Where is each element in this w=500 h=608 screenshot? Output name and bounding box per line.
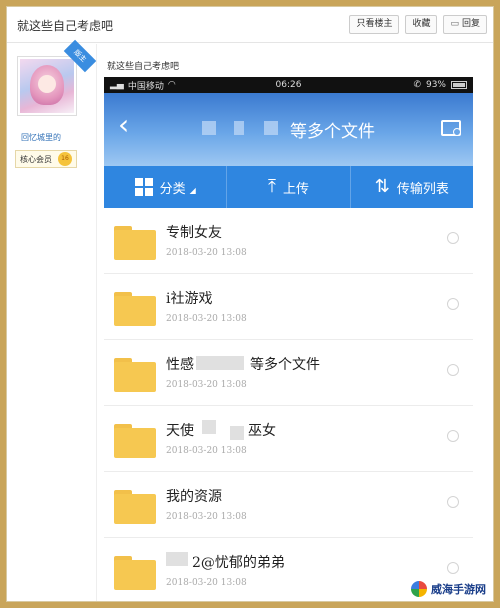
select-radio[interactable]	[447, 298, 459, 310]
select-radio[interactable]	[447, 562, 459, 574]
author-only-button[interactable]: 只看楼主	[349, 15, 400, 34]
thread-header: 就这些自己考虑吧 只看楼主 收藏 ▭ 回复	[7, 7, 493, 43]
folder-icon	[114, 226, 156, 260]
folder-icon	[114, 424, 156, 458]
phone-screenshot: ▂▄ 中国移动 ◠ 06:26 ✆ 93% ‹ 等多个文件 分类 ◢ ⤒ 上传 …	[104, 77, 473, 601]
file-name: 2@忧郁的弟弟	[192, 555, 285, 571]
file-name: i社游戏	[166, 291, 213, 307]
blurred-text-mask	[166, 552, 188, 566]
watermark-text: 威海手游网	[431, 583, 486, 596]
folder-icon	[114, 490, 156, 524]
blurred-text-mask	[202, 121, 216, 135]
blurred-text-mask	[234, 121, 244, 135]
header-title: 等多个文件	[290, 122, 375, 142]
post-title: 就这些自己考虑吧	[107, 62, 180, 72]
folder-icon	[114, 358, 156, 392]
site-logo-icon	[411, 581, 427, 597]
file-row[interactable]: 性感 等多个文件 2018-03-20 13:08	[104, 340, 473, 406]
dropdown-caret-icon: ◢	[189, 185, 196, 195]
blurred-text-mask	[202, 420, 216, 434]
folder-settings-icon[interactable]	[441, 120, 461, 136]
member-label: 核心会员	[20, 154, 52, 164]
file-row[interactable]: i社游戏 2018-03-20 13:08	[104, 274, 473, 340]
blurred-text-mask	[196, 356, 244, 370]
status-time: 06:26	[275, 80, 302, 90]
folder-icon	[114, 292, 156, 326]
file-date: 2018-03-20 13:08	[166, 380, 247, 390]
back-chevron-icon[interactable]: ‹	[118, 111, 129, 139]
upload-label: 上传	[282, 181, 309, 197]
folder-icon	[114, 556, 156, 590]
file-date: 2018-03-20 13:08	[166, 314, 247, 324]
phone-status-bar: ▂▄ 中国移动 ◠ 06:26 ✆ 93%	[104, 77, 473, 93]
thread-title: 就这些自己考虑吧	[17, 19, 114, 33]
file-name: 天使	[166, 423, 194, 439]
blurred-text-mask	[230, 426, 244, 440]
transfer-list-button[interactable]: ⇅ 传输列表	[351, 166, 473, 208]
file-name: 性感	[166, 357, 194, 373]
forum-frame: 就这些自己考虑吧 只看楼主 收藏 ▭ 回复 版主 回忆城里的 核心会员 16 就…	[6, 6, 494, 602]
file-name-suffix: 等多个文件	[250, 357, 320, 373]
file-row[interactable]: 专制女友 2018-03-20 13:08	[104, 208, 473, 274]
file-name: 专制女友	[166, 225, 222, 241]
file-date: 2018-03-20 13:08	[166, 512, 247, 522]
select-radio[interactable]	[447, 430, 459, 442]
file-name-suffix: 巫女	[248, 423, 276, 439]
thread-actions: 只看楼主 收藏 ▭ 回复	[349, 15, 487, 34]
transfer-list-label: 传输列表	[396, 181, 449, 197]
file-row[interactable]: 我的资源 2018-03-20 13:08	[104, 472, 473, 538]
site-watermark: 威海手游网	[407, 578, 492, 600]
avatar-image	[20, 59, 74, 113]
category-button[interactable]: 分类 ◢	[104, 166, 228, 208]
app-toolbar: 分类 ◢ ⤒ 上传 ⇅ 传输列表	[104, 166, 473, 208]
file-list: 专制女友 2018-03-20 13:08 i社游戏 2018-03-20 13…	[104, 208, 473, 601]
avatar[interactable]	[17, 56, 77, 116]
file-date: 2018-03-20 13:08	[166, 248, 247, 258]
reply-button[interactable]: ▭ 回复	[443, 15, 487, 34]
file-date: 2018-03-20 13:08	[166, 446, 247, 456]
select-radio[interactable]	[447, 232, 459, 244]
reply-icon: ▭	[450, 19, 459, 29]
upload-icon: ⤒	[268, 176, 276, 197]
category-label: 分类	[159, 181, 186, 197]
select-radio[interactable]	[447, 496, 459, 508]
sort-icon: ⇅	[374, 176, 390, 197]
file-name: 我的资源	[166, 489, 222, 505]
app-header: ‹ 等多个文件	[104, 93, 473, 166]
username-link[interactable]: 回忆城里的	[21, 132, 61, 143]
member-badge: 核心会员 16	[15, 150, 77, 168]
file-row[interactable]: 天使 巫女 2018-03-20 13:08	[104, 406, 473, 472]
battery-icon	[451, 81, 467, 89]
favorite-button[interactable]: 收藏	[405, 15, 438, 34]
grid-icon	[134, 178, 153, 196]
blurred-text-mask	[264, 121, 278, 135]
upload-button[interactable]: ⤒ 上传	[227, 166, 351, 208]
level-badge: 16	[58, 152, 72, 166]
select-radio[interactable]	[447, 364, 459, 376]
file-date: 2018-03-20 13:08	[166, 578, 247, 588]
reply-label: 回复	[461, 19, 480, 29]
user-sidebar: 版主 回忆城里的 核心会员 16	[7, 39, 97, 601]
